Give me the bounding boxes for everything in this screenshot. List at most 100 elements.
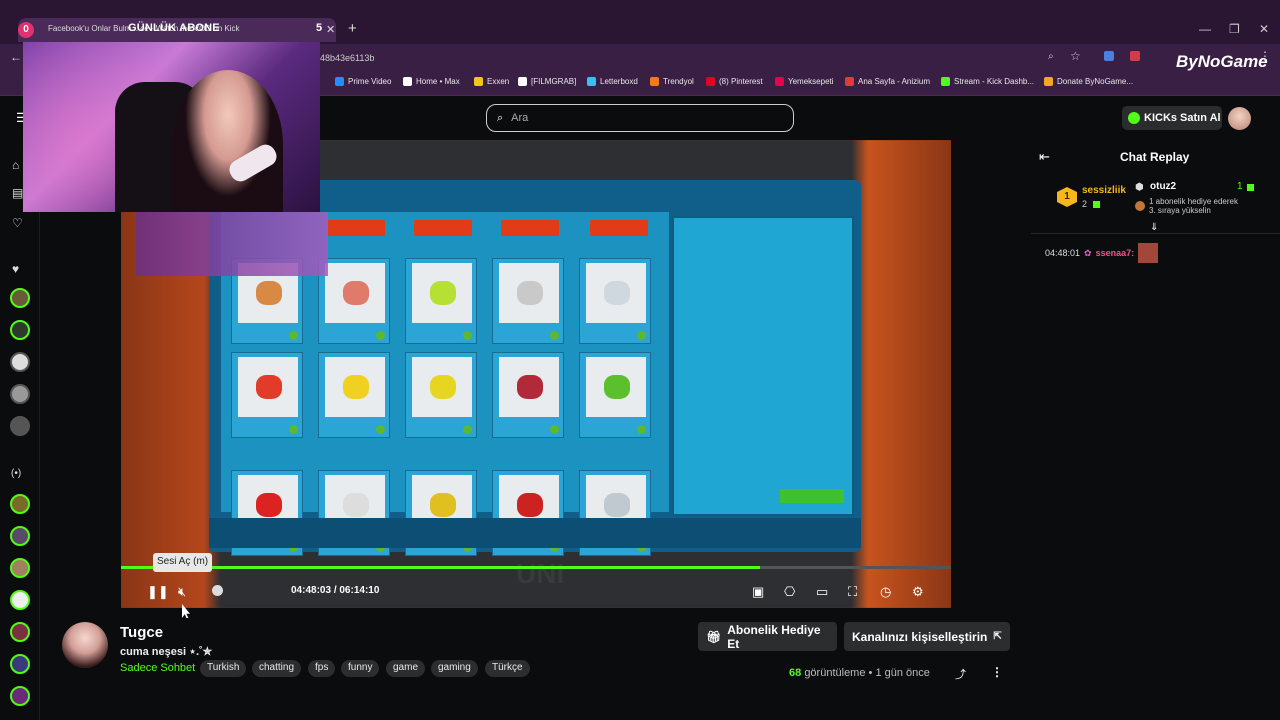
- bookmark-item[interactable]: Stream - Kick Dashb...: [941, 77, 1034, 86]
- unmute-tooltip: Sesi Aç (m): [153, 553, 213, 572]
- stream-tag[interactable]: fps: [308, 660, 336, 677]
- share-icon[interactable]: ⤴: [955, 666, 966, 682]
- user-avatar[interactable]: [1228, 107, 1251, 130]
- followed-channel-avatar[interactable]: [10, 320, 30, 340]
- bookmark-item[interactable]: Donate ByNoGame...: [1044, 77, 1133, 86]
- time-ago: 1 gün önce: [875, 667, 930, 679]
- game-item-image: [325, 357, 385, 417]
- recommended-channel-avatar[interactable]: [10, 558, 30, 578]
- extension-icon[interactable]: [1130, 51, 1140, 61]
- stream-tag[interactable]: funny: [341, 660, 380, 677]
- bookmark-item[interactable]: (8) Pinterest: [706, 77, 763, 86]
- theater-mode-icon[interactable]: ▭: [816, 584, 828, 600]
- top-gifter-name[interactable]: sessizliik: [1082, 185, 1126, 196]
- daily-sub-count: 5: [316, 22, 323, 34]
- recommended-channel-avatar[interactable]: [10, 494, 30, 514]
- recommended-channel-avatar[interactable]: [10, 590, 30, 610]
- recommended-channel-avatar[interactable]: [10, 654, 30, 674]
- game-item-card: [579, 258, 651, 344]
- game-item-card: [492, 352, 564, 438]
- star-icon[interactable]: ☆: [1070, 49, 1081, 63]
- following-icon[interactable]: ♡: [12, 216, 23, 230]
- game-item-product: [604, 281, 630, 305]
- gift-hint-line-2: 3. sıraya yükselin: [1149, 206, 1211, 215]
- recommended-channel-avatar[interactable]: [10, 526, 30, 546]
- volume-slider-knob[interactable]: [212, 585, 223, 596]
- bookmark-favicon-icon: [474, 77, 483, 86]
- bookmark-item[interactable]: Home • Max: [403, 77, 460, 86]
- clip-icon[interactable]: ⎔: [784, 584, 795, 600]
- pause-icon[interactable]: ❚❚: [147, 584, 169, 600]
- more-options-icon[interactable]: ⋮: [991, 665, 1003, 679]
- search-placeholder: Ara: [511, 112, 529, 124]
- stream-tag[interactable]: Türkçe: [485, 660, 530, 677]
- bookmark-item[interactable]: Trendyol: [650, 77, 694, 86]
- stream-tag[interactable]: gaming: [431, 660, 478, 677]
- buy-kicks-label: KICKs Satın Al: [1144, 112, 1221, 124]
- rank-three-icon: [1135, 201, 1145, 211]
- muted-volume-icon[interactable]: 🔇︎: [178, 584, 186, 600]
- followed-channel-avatar[interactable]: [10, 352, 30, 372]
- customize-channel-button[interactable]: Kanalınızı kişiselleştirin ⇱: [844, 622, 1010, 651]
- bookmark-item[interactable]: Exxen: [474, 77, 509, 86]
- game-add-icon: [376, 425, 385, 434]
- message-time: 04:48:01: [1045, 248, 1081, 258]
- bookmark-item[interactable]: Ana Sayfa - Anizium: [845, 77, 930, 86]
- game-cart-button: [780, 489, 844, 503]
- game-item-image: [325, 263, 385, 323]
- game-add-icon: [637, 425, 646, 434]
- maximize-icon[interactable]: ❐: [1229, 22, 1240, 36]
- home-icon[interactable]: ⌂: [12, 158, 19, 172]
- browse-icon[interactable]: ▤: [12, 186, 23, 200]
- buy-kicks-button[interactable]: KICKs Satın Al: [1122, 106, 1222, 130]
- following-heart-icon: ♥: [12, 262, 20, 276]
- bookmark-favicon-icon: [1044, 77, 1053, 86]
- menu-icon[interactable]: ⋮: [1259, 49, 1271, 63]
- minimize-icon[interactable]: —: [1199, 22, 1211, 36]
- game-add-icon: [463, 331, 472, 340]
- zoom-icon[interactable]: ⌕: [1048, 51, 1054, 62]
- mini-player-icon[interactable]: ▣: [752, 584, 764, 600]
- bookmark-item[interactable]: Letterboxd: [587, 77, 638, 86]
- stream-tag[interactable]: game: [386, 660, 426, 677]
- bookmark-label: Prime Video: [348, 77, 392, 86]
- gift-icon: 🎁︎: [706, 629, 722, 644]
- recommended-channel-avatar[interactable]: [10, 622, 30, 642]
- game-cart-panel: [672, 216, 854, 516]
- close-window-icon[interactable]: ✕: [1259, 22, 1269, 36]
- search-icon: ⌕: [497, 111, 504, 124]
- close-tab-icon[interactable]: ✕: [326, 23, 335, 36]
- recommended-channel-avatar[interactable]: [10, 686, 30, 706]
- bookmark-item[interactable]: Prime Video: [335, 77, 391, 86]
- playback-speed-icon[interactable]: ◷: [880, 584, 891, 600]
- collapse-chat-icon[interactable]: ⇤: [1039, 149, 1050, 165]
- chat-message: 04:48:01 ✿ ssenaa7:: [1045, 243, 1159, 263]
- followed-channel-avatar[interactable]: [10, 416, 30, 436]
- message-user[interactable]: ssenaa7:: [1096, 248, 1135, 258]
- gift-user-name[interactable]: otuz2: [1150, 181, 1176, 192]
- stream-tag[interactable]: chatting: [252, 660, 302, 677]
- followed-channel-avatar[interactable]: [10, 288, 30, 308]
- translate-icon[interactable]: [1104, 51, 1114, 61]
- gift-subscription-button[interactable]: 🎁︎ Abonelik Hediye Et: [698, 622, 837, 651]
- channel-avatar[interactable]: [62, 622, 108, 668]
- game-item-image: [412, 263, 472, 323]
- game-bottom-bar: [209, 518, 861, 548]
- settings-icon[interactable]: ⚙: [912, 584, 924, 600]
- followed-channel-avatar[interactable]: [10, 384, 30, 404]
- game-add-icon: [550, 331, 559, 340]
- top-gifter-count: 2: [1082, 199, 1088, 209]
- bynogame-logo: ByNoGame: [1176, 52, 1268, 71]
- new-tab-icon[interactable]: +: [348, 20, 357, 37]
- game-item-product: [430, 281, 456, 305]
- stream-tag[interactable]: Turkish: [200, 660, 247, 677]
- bookmark-item[interactable]: Yemeksepeti: [775, 77, 834, 86]
- fullscreen-icon[interactable]: ⛶: [848, 584, 857, 600]
- channel-name[interactable]: Tugce: [120, 624, 163, 641]
- expand-leaderboard-icon[interactable]: ⇓: [1150, 222, 1158, 233]
- back-icon[interactable]: ←: [10, 50, 22, 64]
- bookmark-item[interactable]: [FILMGRAB]: [518, 77, 576, 86]
- search-input[interactable]: ⌕ Ara: [486, 104, 794, 132]
- player-controls: ❚❚ 🔇︎ 04:48:03 / 06:14:10 ▣ ⎔ ▭ ⛶ ◷ ⚙: [121, 576, 951, 606]
- stream-category[interactable]: Sadece Sohbet: [120, 662, 195, 674]
